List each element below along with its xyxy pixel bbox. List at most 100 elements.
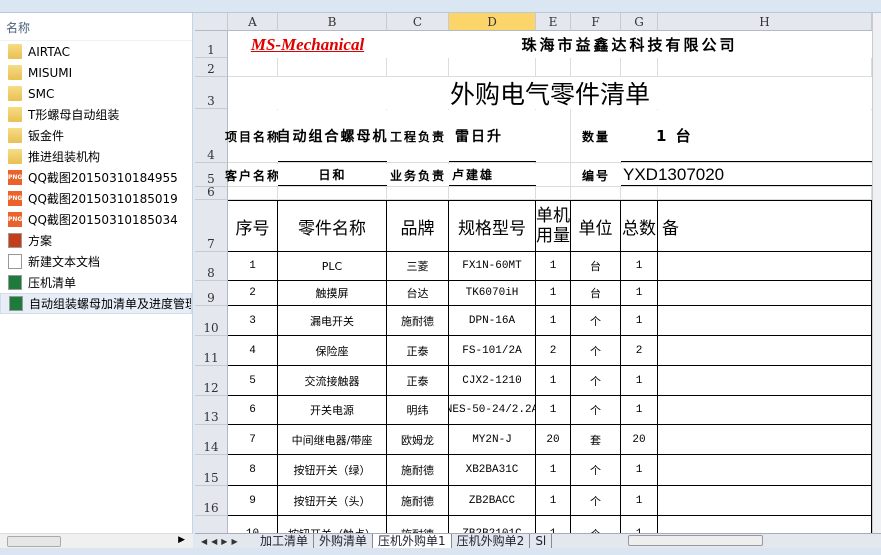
- file-item[interactable]: 推进组装机构: [0, 146, 192, 167]
- table-cell[interactable]: 个: [571, 486, 621, 516]
- column-header-E[interactable]: E: [536, 13, 571, 31]
- table-cell[interactable]: 1: [621, 396, 658, 425]
- grid-cell[interactable]: [228, 58, 278, 77]
- table-cell[interactable]: 个: [571, 366, 621, 396]
- tab-nav-icons[interactable]: ◀◀▶▶: [195, 537, 255, 546]
- file-item[interactable]: 钣金件: [0, 125, 192, 146]
- table-cell[interactable]: 按钮开关（绿）: [278, 455, 387, 486]
- grid-cell[interactable]: [571, 187, 621, 200]
- horizontal-scrollbar[interactable]: [628, 535, 868, 546]
- sheet-tab[interactable]: 加工清单: [255, 533, 315, 549]
- table-header-cell[interactable]: 单位: [571, 201, 621, 252]
- table-cell[interactable]: MY2N-J: [449, 425, 536, 455]
- row-header[interactable]: 7: [195, 200, 228, 252]
- table-cell[interactable]: CJX2-1210: [449, 366, 536, 396]
- table-cell[interactable]: 施耐德: [387, 486, 449, 516]
- table-cell[interactable]: 台: [571, 252, 621, 281]
- table-cell[interactable]: [658, 396, 872, 425]
- grid-cell[interactable]: [621, 187, 658, 200]
- row-header[interactable]: 13: [195, 396, 228, 425]
- table-cell[interactable]: 漏电开关: [278, 306, 387, 336]
- table-cell[interactable]: 2: [228, 281, 278, 306]
- row-header[interactable]: 8: [195, 252, 228, 281]
- file-item[interactable]: T形螺母自动组装: [0, 104, 192, 125]
- vertical-scrollbar[interactable]: [872, 13, 881, 533]
- table-cell[interactable]: 保险座: [278, 336, 387, 366]
- table-cell[interactable]: 6: [228, 396, 278, 425]
- table-cell[interactable]: [658, 516, 872, 533]
- table-cell[interactable]: 个: [571, 516, 621, 533]
- file-item[interactable]: AIRTAC: [0, 41, 192, 62]
- grid-cell[interactable]: [536, 109, 571, 163]
- table-header-cell[interactable]: 零件名称: [278, 201, 387, 252]
- table-cell[interactable]: 台: [571, 281, 621, 306]
- table-cell[interactable]: ZB2BACC: [449, 486, 536, 516]
- file-item[interactable]: 自动组装螺母加清单及进度管理: [0, 293, 192, 314]
- file-item[interactable]: PNG QQ截图20150310184955: [0, 167, 192, 188]
- table-cell[interactable]: 施耐德: [387, 306, 449, 336]
- column-header-C[interactable]: C: [387, 13, 449, 31]
- row-header[interactable]: 12: [195, 366, 228, 396]
- table-cell[interactable]: 1: [621, 366, 658, 396]
- table-cell[interactable]: 4: [228, 336, 278, 366]
- table-cell[interactable]: 1: [536, 516, 571, 533]
- table-header-cell[interactable]: 总数: [621, 201, 658, 252]
- table-cell[interactable]: 1: [536, 396, 571, 425]
- column-header-F[interactable]: F: [571, 13, 621, 31]
- table-cell[interactable]: [658, 336, 872, 366]
- table-cell[interactable]: TK6070iH: [449, 281, 536, 306]
- table-cell[interactable]: [658, 425, 872, 455]
- table-cell[interactable]: 正泰: [387, 336, 449, 366]
- grid-cell[interactable]: [449, 187, 536, 200]
- column-header-D[interactable]: D: [449, 13, 536, 31]
- row-header[interactable]: 15: [195, 455, 228, 486]
- name-column-header[interactable]: 名称: [0, 13, 192, 41]
- file-item[interactable]: 新建文本文档: [0, 251, 192, 272]
- file-item[interactable]: SMC: [0, 83, 192, 104]
- table-cell[interactable]: 5: [228, 366, 278, 396]
- table-header-cell[interactable]: 单机用量: [536, 201, 571, 252]
- sheet-tab[interactable]: 压机外购单2: [452, 533, 531, 549]
- spreadsheet[interactable]: ABCDEFGH1234567891011121314151617MS-Mech…: [195, 13, 872, 533]
- table-cell[interactable]: 9: [228, 486, 278, 516]
- scroll-thumb[interactable]: [628, 535, 763, 546]
- table-cell[interactable]: 触摸屏: [278, 281, 387, 306]
- table-cell[interactable]: 中间继电器/带座: [278, 425, 387, 455]
- table-cell[interactable]: 施耐德: [387, 516, 449, 533]
- select-all-corner[interactable]: [195, 13, 228, 31]
- table-cell[interactable]: 1: [536, 281, 571, 306]
- scroll-right-icon[interactable]: ▶: [178, 535, 185, 545]
- table-cell[interactable]: [658, 486, 872, 516]
- table-cell[interactable]: XB2BA31C: [449, 455, 536, 486]
- table-cell[interactable]: 1: [536, 252, 571, 281]
- row-header[interactable]: 14: [195, 425, 228, 455]
- table-cell[interactable]: 1: [621, 281, 658, 306]
- grid-cell[interactable]: [278, 58, 387, 77]
- table-cell[interactable]: 20: [536, 425, 571, 455]
- file-item[interactable]: PNG QQ截图20150310185034: [0, 209, 192, 230]
- table-cell[interactable]: 个: [571, 396, 621, 425]
- table-cell[interactable]: 1: [621, 306, 658, 336]
- table-cell[interactable]: 3: [228, 306, 278, 336]
- row-header[interactable]: 17: [195, 516, 228, 533]
- table-cell[interactable]: 正泰: [387, 366, 449, 396]
- file-item[interactable]: MISUMI: [0, 62, 192, 83]
- table-cell[interactable]: 2: [621, 336, 658, 366]
- row-header[interactable]: 4: [195, 109, 228, 163]
- file-list-scrollbar[interactable]: ▶: [0, 533, 193, 548]
- table-cell[interactable]: 1: [536, 455, 571, 486]
- grid-cell[interactable]: [658, 187, 872, 200]
- table-cell[interactable]: 个: [571, 455, 621, 486]
- table-cell[interactable]: 开关电源: [278, 396, 387, 425]
- table-cell[interactable]: FS-101/2A: [449, 336, 536, 366]
- row-header[interactable]: 9: [195, 281, 228, 306]
- table-cell[interactable]: 个: [571, 306, 621, 336]
- grid-cell[interactable]: [387, 187, 449, 200]
- row-header[interactable]: 5: [195, 163, 228, 187]
- table-cell[interactable]: 1: [621, 516, 658, 533]
- grid-cell[interactable]: [536, 187, 571, 200]
- column-header-A[interactable]: A: [228, 13, 278, 31]
- table-cell[interactable]: 1: [228, 252, 278, 281]
- table-cell[interactable]: 1: [536, 486, 571, 516]
- table-cell[interactable]: 8: [228, 455, 278, 486]
